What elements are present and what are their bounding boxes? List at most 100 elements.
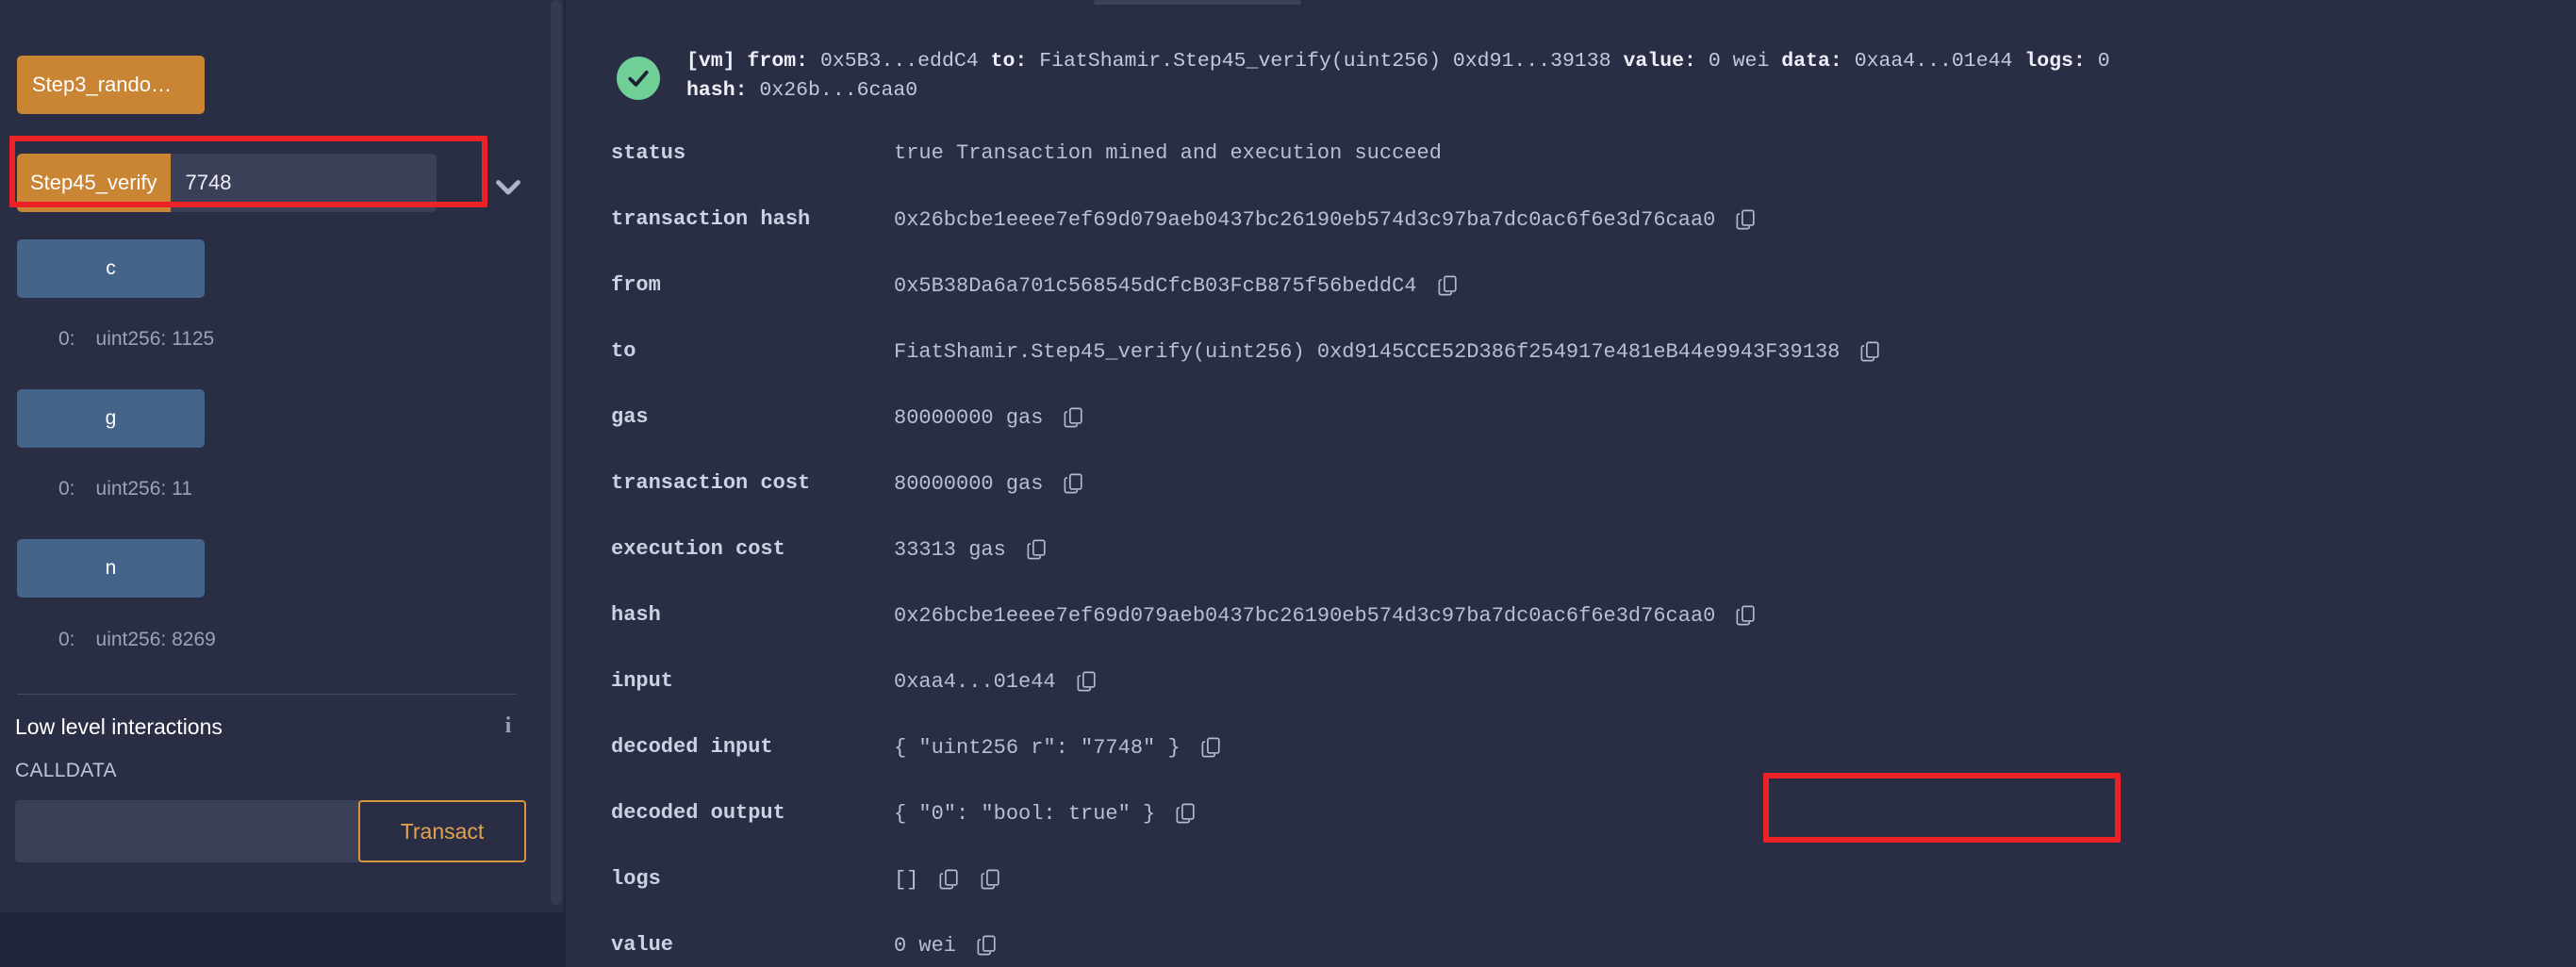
remix-transaction-view: Step3_rando… Step45_verify c 0: uint256: … — [0, 0, 2576, 967]
getter-g-result-value: uint256: 11 — [95, 478, 192, 500]
getter-c-result: 0: uint256: 1125 — [58, 328, 214, 351]
copy-icon[interactable] — [1176, 801, 1197, 826]
table-row: logs [] — [566, 846, 2576, 912]
row-value-gas-text: 80000000 gas — [894, 405, 1044, 430]
low-level-interactions-title: Low level interactions — [15, 714, 223, 739]
transaction-header: [vm] from: 0x5B3...eddC4 to: FiatShamir.… — [566, 21, 2576, 111]
copy-icon[interactable] — [1077, 669, 1098, 694]
getter-n-result-index: 0: — [58, 629, 75, 650]
row-label-transaction-cost: transaction cost — [611, 471, 811, 495]
row-label-to: to — [611, 339, 636, 363]
transact-button[interactable]: Transact — [358, 800, 526, 862]
terminal-drag-handle[interactable] — [1094, 0, 1301, 5]
step3-random-button[interactable]: Step3_rando… — [17, 56, 205, 114]
table-row: decoded input { "uint256 r": "7748" } — [566, 714, 2576, 780]
row-value-to-text: FiatShamir.Step45_verify(uint256) 0xd914… — [894, 339, 1841, 364]
tx-logs-label: logs: — [2024, 50, 2086, 73]
copy-all-icon[interactable] — [981, 867, 1001, 892]
row-value-value-text: 0 wei — [894, 933, 957, 958]
row-value-logs-text: [] — [894, 867, 919, 892]
calldata-label: CALLDATA — [15, 760, 117, 781]
row-label-decoded-output: decoded output — [611, 801, 785, 825]
copy-icon[interactable] — [1027, 537, 1048, 562]
row-label-transaction-hash: transaction hash — [611, 207, 811, 231]
step45-verify-row: Step45_verify — [17, 154, 437, 212]
row-value-status: true Transaction mined and execution suc… — [894, 121, 1442, 165]
table-row: hash 0x26bcbe1eeee7ef69d079aeb0437bc2619… — [566, 582, 2576, 648]
sidebar-scrollbar[interactable] — [551, 0, 562, 905]
copy-icon[interactable] — [977, 933, 998, 958]
copy-icon[interactable] — [939, 867, 960, 892]
calldata-row: Transact — [15, 800, 526, 862]
row-value-transaction-hash-text: 0x26bcbe1eeee7ef69d079aeb0437bc26190eb57… — [894, 207, 1716, 232]
table-row: from 0x5B38Da6a701c568545dCfcB03FcB875f5… — [566, 253, 2576, 319]
info-icon[interactable]: i — [500, 713, 517, 742]
table-row: transaction cost 80000000 gas — [566, 451, 2576, 516]
tx-value-value: 0 wei — [1708, 50, 1770, 73]
copy-icon[interactable] — [1736, 603, 1757, 628]
table-row: to FiatShamir.Step45_verify(uint256) 0xd… — [566, 319, 2576, 385]
step45-verify-input[interactable] — [170, 154, 437, 212]
row-value-gas: 80000000 gas — [894, 385, 1084, 430]
chevron-down-icon[interactable] — [491, 170, 525, 196]
sidebar-content: Step3_rando… Step45_verify c 0: uint256: … — [0, 0, 553, 912]
copy-icon[interactable] — [1860, 339, 1881, 364]
row-label-status: status — [611, 141, 686, 165]
copy-icon[interactable] — [1201, 735, 1222, 760]
row-value-execution-cost: 33313 gas — [894, 516, 1048, 562]
getter-c-result-value: uint256: 1125 — [95, 328, 215, 350]
row-label-hash: hash — [611, 603, 661, 627]
getter-g-result-index: 0: — [58, 478, 75, 500]
row-value-decoded-input-text: { "uint256 r": "7748" } — [894, 735, 1181, 760]
row-label-input: input — [611, 669, 674, 693]
transaction-detail-rows: status true Transaction mined and execut… — [566, 121, 2576, 967]
tx-from-value: 0x5B3...eddC4 — [819, 50, 979, 73]
getter-c-button[interactable]: c — [17, 239, 205, 298]
copy-icon[interactable] — [1064, 405, 1084, 430]
tx-hash-label: hash: — [686, 79, 748, 102]
row-value-decoded-input: { "uint256 r": "7748" } — [894, 714, 1222, 760]
transaction-summary[interactable]: [vm] from: 0x5B3...eddC4 to: FiatShamir.… — [686, 47, 2576, 106]
row-value-decoded-output: { "0": "bool: true" } — [894, 780, 1197, 826]
row-value-from-text: 0x5B38Da6a701c568545dCfcB03FcB875f56bedd… — [894, 273, 1417, 298]
terminal-panel: [vm] from: 0x5B3...eddC4 to: FiatShamir.… — [566, 0, 2576, 967]
table-row: transaction hash 0x26bcbe1eeee7ef69d079a… — [566, 187, 2576, 253]
row-value-hash-text: 0x26bcbe1eeee7ef69d079aeb0437bc26190eb57… — [894, 603, 1716, 628]
row-value-transaction-cost-text: 80000000 gas — [894, 471, 1044, 496]
contract-interaction-sidebar: Step3_rando… Step45_verify c 0: uint256: … — [0, 0, 566, 967]
row-value-transaction-hash: 0x26bcbe1eeee7ef69d079aeb0437bc26190eb57… — [894, 187, 1757, 232]
copy-icon[interactable] — [1064, 471, 1084, 496]
row-value-from: 0x5B38Da6a701c568545dCfcB03FcB875f56bedd… — [894, 253, 1459, 298]
row-value-hash: 0x26bcbe1eeee7ef69d079aeb0437bc26190eb57… — [894, 582, 1757, 628]
sidebar-footer-strip — [0, 912, 564, 967]
table-row: status true Transaction mined and execut… — [566, 121, 2576, 187]
copy-icon[interactable] — [1438, 273, 1459, 298]
table-row: input 0xaa4...01e44 — [566, 648, 2576, 714]
table-row: value 0 wei — [566, 912, 2576, 967]
getter-c-row: c — [17, 239, 205, 298]
tx-logs-value: 0 — [2097, 50, 2110, 73]
tx-hash-value: 0x26b...6caa0 — [759, 79, 918, 102]
tx-to-value: FiatShamir.Step45_verify(uint256) 0xd91.… — [1039, 50, 1611, 73]
row-value-decoded-output-text: { "0": "bool: true" } — [894, 801, 1156, 826]
getter-g-button[interactable]: g — [17, 389, 205, 448]
getter-n-result: 0: uint256: 8269 — [58, 629, 216, 651]
getter-n-row: n — [17, 539, 205, 598]
tx-to-label: to: — [990, 50, 1028, 73]
row-label-decoded-input: decoded input — [611, 735, 773, 759]
row-value-execution-cost-text: 33313 gas — [894, 537, 1006, 562]
copy-icon[interactable] — [1736, 207, 1757, 232]
getter-n-result-value: uint256: 8269 — [95, 629, 216, 650]
tx-data-value: 0xaa4...01e44 — [1854, 50, 2013, 73]
row-value-input-text: 0xaa4...01e44 — [894, 669, 1056, 694]
check-circle-icon — [617, 57, 660, 100]
row-label-value: value — [611, 933, 674, 957]
sidebar-divider — [17, 694, 517, 695]
row-value-to: FiatShamir.Step45_verify(uint256) 0xd914… — [894, 319, 1881, 364]
calldata-input[interactable] — [15, 800, 360, 862]
getter-g-row: g — [17, 389, 205, 448]
tx-value-label: value: — [1623, 50, 1696, 73]
getter-n-button[interactable]: n — [17, 539, 205, 598]
step45-verify-button[interactable]: Step45_verify — [17, 154, 171, 212]
row-label-gas: gas — [611, 405, 649, 429]
